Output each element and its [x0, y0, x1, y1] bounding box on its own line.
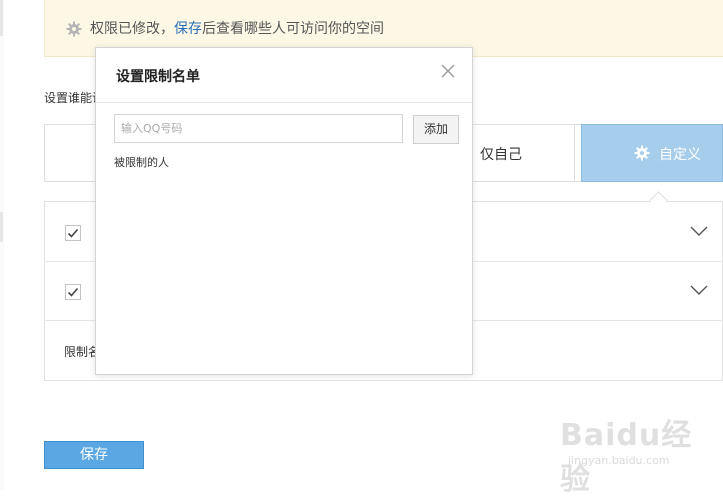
save-button[interactable]: 保存 — [44, 441, 144, 469]
option-divider — [574, 124, 575, 182]
notice-text-before: 权限已修改， — [90, 21, 174, 37]
dialog-title: 设置限制名单 — [116, 69, 200, 85]
notice-save-link[interactable]: 保存 — [174, 21, 202, 37]
watermark-site: jingyan.baidu.com — [568, 454, 670, 467]
chevron-down-icon[interactable] — [690, 285, 708, 295]
chevron-down-icon[interactable] — [690, 226, 708, 236]
left-nav-marker — [0, 212, 3, 242]
baidu-watermark: Baidu经验 jingyan.baidu.com — [560, 410, 720, 497]
add-button[interactable]: 添加 — [413, 115, 459, 144]
close-icon[interactable] — [440, 63, 456, 79]
restrict-list-dialog: 设置限制名单 添加 被限制的人 — [95, 47, 473, 375]
checkmark-icon — [67, 228, 79, 238]
qq-number-input[interactable] — [114, 114, 403, 143]
restricted-people-label: 被限制的人 — [114, 156, 169, 169]
row-checkbox[interactable] — [65, 225, 81, 241]
option-custom[interactable]: 自定义 — [581, 124, 723, 182]
dialog-divider — [96, 102, 472, 103]
left-nav-marker — [0, 0, 3, 36]
row-checkbox[interactable] — [65, 284, 81, 300]
notice-text-after: 后查看哪些人可访问你的空间 — [202, 21, 384, 37]
gear-icon — [66, 21, 82, 37]
checkmark-icon — [67, 287, 79, 297]
notice-text: 权限已修改，保存后查看哪些人可访问你的空间 — [90, 18, 384, 38]
option-custom-label: 自定义 — [659, 147, 701, 163]
option-self-only[interactable]: 仅自己 — [480, 144, 522, 164]
gear-icon — [634, 145, 650, 161]
left-edge — [0, 0, 4, 490]
